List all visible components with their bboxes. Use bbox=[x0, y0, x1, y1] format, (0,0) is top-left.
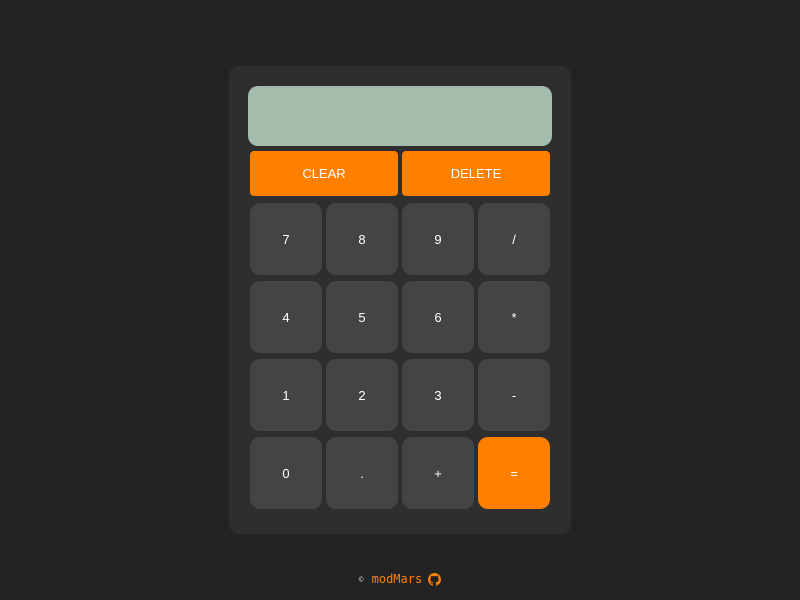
key-9[interactable]: 9 bbox=[402, 203, 474, 275]
delete-button[interactable]: DELETE bbox=[402, 151, 550, 196]
key-subtract[interactable]: - bbox=[478, 359, 550, 431]
key-0[interactable]: 0 bbox=[250, 437, 322, 509]
key-equals[interactable]: = bbox=[478, 437, 550, 509]
key-8[interactable]: 8 bbox=[326, 203, 398, 275]
key-2[interactable]: 2 bbox=[326, 359, 398, 431]
author-link[interactable]: modMars bbox=[372, 572, 423, 586]
key-multiply[interactable]: * bbox=[478, 281, 550, 353]
key-1[interactable]: 1 bbox=[250, 359, 322, 431]
clear-button[interactable]: CLEAR bbox=[250, 151, 398, 196]
calculator-display bbox=[248, 86, 552, 146]
key-4[interactable]: 4 bbox=[250, 281, 322, 353]
keypad: 7 8 9 / 4 5 6 * 1 2 3 - 0 . + = bbox=[250, 203, 550, 509]
key-6[interactable]: 6 bbox=[402, 281, 474, 353]
key-5[interactable]: 5 bbox=[326, 281, 398, 353]
github-icon[interactable] bbox=[428, 572, 442, 586]
key-7[interactable]: 7 bbox=[250, 203, 322, 275]
footer: © modMars bbox=[0, 570, 800, 588]
copyright-symbol: © bbox=[358, 574, 364, 584]
key-3[interactable]: 3 bbox=[402, 359, 474, 431]
key-add[interactable]: + bbox=[402, 437, 474, 509]
key-decimal[interactable]: . bbox=[326, 437, 398, 509]
calculator: CLEAR DELETE 7 8 9 / 4 5 6 * 1 2 3 - 0 .… bbox=[229, 66, 571, 534]
key-divide[interactable]: / bbox=[478, 203, 550, 275]
